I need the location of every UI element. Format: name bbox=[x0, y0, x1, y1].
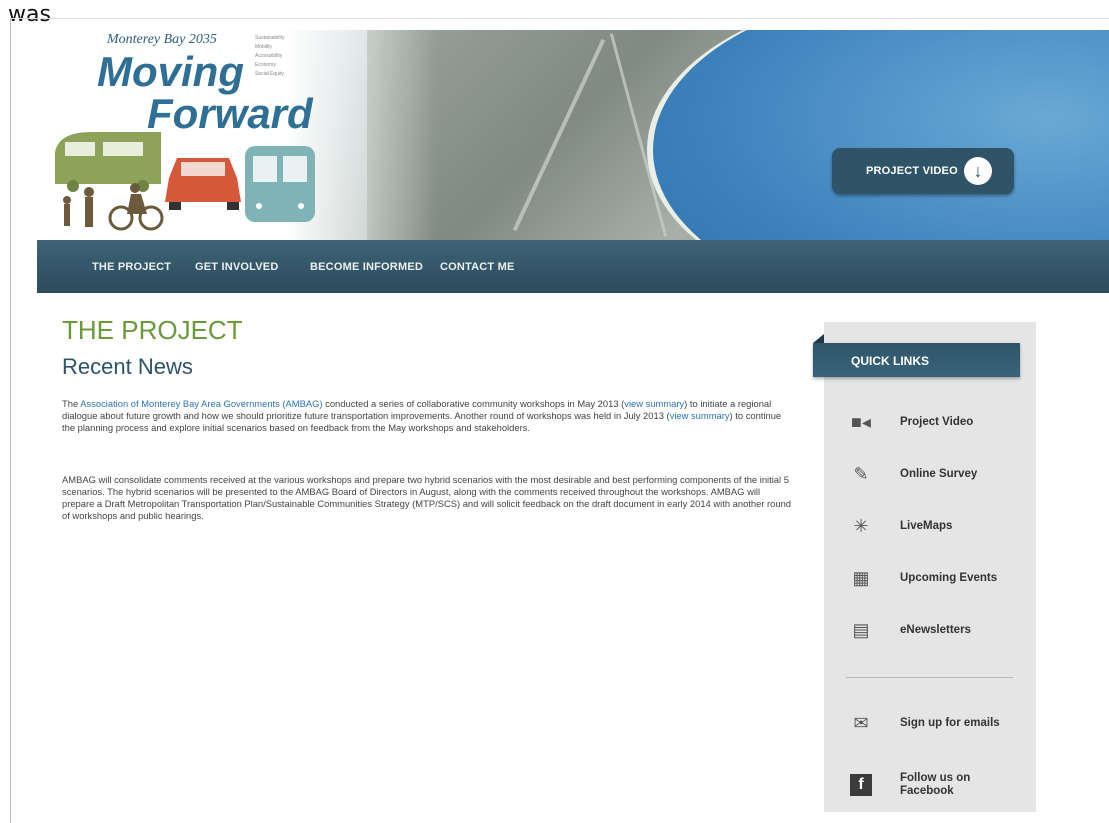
sidebar-link-livemaps[interactable]: ✳ LiveMaps bbox=[850, 512, 1020, 540]
sidebar-link-label: Follow us on Facebook bbox=[900, 772, 971, 797]
sidebar-link-label: Online Survey bbox=[900, 467, 978, 480]
train-icon bbox=[55, 132, 161, 192]
project-video-button[interactable]: PROJECT VIDEO ↓ bbox=[832, 148, 1014, 194]
sidebar-divider bbox=[846, 677, 1013, 678]
ambag-link[interactable]: Association of Monterey Bay Area Governm… bbox=[80, 398, 322, 409]
logo-tag: Economy bbox=[255, 62, 276, 68]
sidebar-link-label: eNewsletters bbox=[900, 623, 971, 636]
sidebar-link-upcoming-events[interactable]: ▦ Upcoming Events bbox=[850, 564, 1020, 592]
logo-tag: Sustainability bbox=[255, 35, 285, 41]
page-left-border bbox=[10, 18, 11, 823]
quick-links-header: QUICK LINKS bbox=[813, 343, 1020, 377]
logo-tag-list: Sustainability Mobility Accessibility Ec… bbox=[255, 34, 284, 79]
news-paragraph-2: AMBAG will consolidate comments received… bbox=[62, 474, 792, 521]
sidebar-link-online-survey[interactable]: ✎ Online Survey bbox=[850, 460, 1020, 488]
sidebar-link-label: LiveMaps bbox=[900, 519, 953, 532]
facebook-icon: f bbox=[850, 774, 872, 796]
news-paragraph-1: The Association of Monterey Bay Area Gov… bbox=[62, 398, 792, 434]
project-video-label: PROJECT VIDEO bbox=[866, 165, 958, 177]
survey-pencil-icon: ✎ bbox=[853, 464, 869, 484]
sidebar-link-label: Upcoming Events bbox=[900, 571, 998, 584]
calendar-icon: ▦ bbox=[852, 568, 870, 588]
car-icon bbox=[165, 158, 241, 210]
sidebar-link-label: Project Video bbox=[900, 415, 974, 428]
compass-icon: ✳ bbox=[853, 516, 869, 536]
nav-item-contact-me[interactable]: CONTACT ME bbox=[440, 261, 515, 273]
sidebar-link-facebook[interactable]: f Follow us on Facebook bbox=[850, 767, 1020, 803]
sidebar-link-project-video[interactable]: ■◂ Project Video bbox=[850, 408, 1020, 436]
main-nav: THE PROJECT GET INVOLVED BECOME INFORMED… bbox=[37, 240, 1109, 293]
text-span: The bbox=[62, 398, 81, 409]
sidebar-link-label: Sign up for emails bbox=[900, 716, 1000, 729]
sidebar-link-enewsletters[interactable]: ▤ eNewsletters bbox=[850, 616, 1020, 644]
nav-item-get-involved[interactable]: GET INVOLVED bbox=[195, 261, 278, 273]
quick-links-title: QUICK LINKS bbox=[851, 354, 929, 368]
logo-subtitle: Monterey Bay 2035 bbox=[107, 32, 217, 47]
header-banner: Monterey Bay 2035 Sustainability Mobilit… bbox=[37, 30, 1109, 240]
view-summary-link-may[interactable]: view summary bbox=[624, 398, 684, 409]
nav-item-the-project[interactable]: THE PROJECT bbox=[92, 261, 171, 273]
logo-tag: Social Equity bbox=[255, 71, 284, 77]
logo-tag: Accessibility bbox=[255, 53, 283, 59]
section-title: Recent News bbox=[62, 354, 193, 379]
transport-illustration bbox=[55, 132, 315, 231]
download-arrow-icon: ↓ bbox=[964, 157, 992, 185]
text-span: conducted a series of collaborative comm… bbox=[322, 398, 625, 409]
logo-tag: Mobility bbox=[255, 44, 272, 50]
aerial-bay-image bbox=[647, 30, 1109, 240]
view-summary-link-july[interactable]: view summary bbox=[670, 410, 730, 421]
bus-icon bbox=[245, 146, 315, 222]
page-top-border bbox=[10, 18, 1109, 19]
video-camera-icon: ■◂ bbox=[851, 412, 871, 432]
ribbon-fold bbox=[813, 334, 824, 343]
top-stray-text: was bbox=[8, 2, 51, 27]
sidebar-link-email-signup[interactable]: ✉ Sign up for emails bbox=[850, 709, 1020, 737]
logo-title-moving: Moving bbox=[97, 48, 244, 95]
page-title: THE PROJECT bbox=[62, 315, 243, 345]
newsletter-icon: ▤ bbox=[852, 620, 870, 640]
envelope-icon: ✉ bbox=[853, 713, 869, 733]
nav-item-become-informed[interactable]: BECOME INFORMED bbox=[310, 261, 423, 273]
